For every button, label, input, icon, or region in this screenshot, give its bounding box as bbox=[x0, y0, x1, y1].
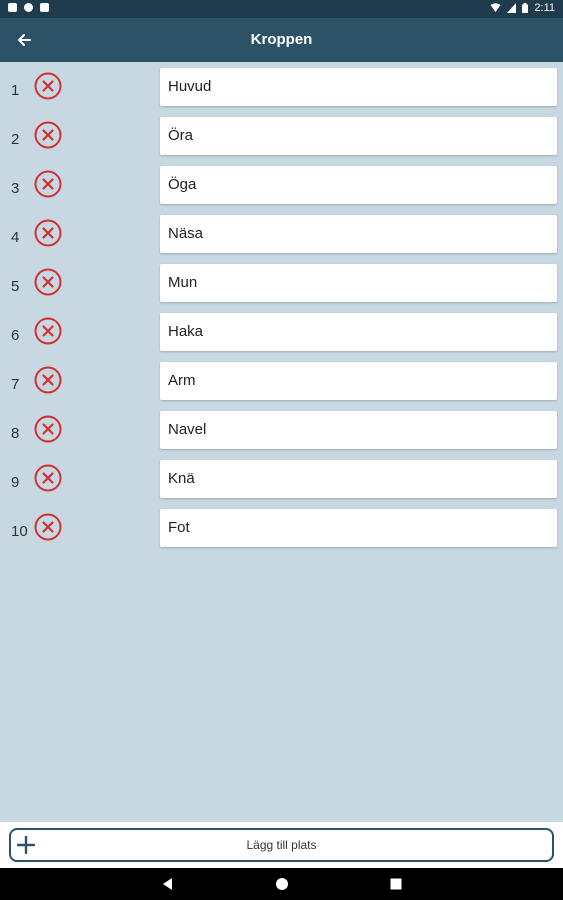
close-circle-icon bbox=[34, 268, 62, 296]
nav-back-icon[interactable] bbox=[160, 876, 176, 892]
row-number: 1 bbox=[11, 82, 20, 99]
location-field[interactable]: Mun bbox=[160, 264, 557, 302]
location-field[interactable]: Arm bbox=[160, 362, 557, 400]
back-button[interactable] bbox=[10, 26, 38, 54]
list-item: 8 Navel bbox=[0, 405, 563, 454]
delete-button[interactable] bbox=[34, 170, 62, 198]
page-title: Kroppen bbox=[250, 31, 313, 48]
status-time: 2:11 bbox=[534, 2, 555, 14]
system-nav-bar bbox=[0, 868, 563, 900]
location-field[interactable]: Öga bbox=[160, 166, 557, 204]
app-bar: Kroppen bbox=[0, 18, 563, 62]
notification-icons bbox=[8, 3, 49, 12]
notification-icon bbox=[8, 3, 17, 12]
sync-icon bbox=[24, 3, 33, 12]
close-circle-icon bbox=[34, 366, 62, 394]
location-field[interactable]: Öra bbox=[160, 117, 557, 155]
add-location-button[interactable]: Lägg till plats bbox=[9, 828, 554, 862]
wifi-icon bbox=[490, 3, 501, 12]
row-number: 6 bbox=[11, 327, 20, 344]
close-circle-icon bbox=[34, 513, 62, 541]
row-number: 8 bbox=[11, 425, 20, 442]
list-item: 2 Öra bbox=[0, 111, 563, 160]
close-circle-icon bbox=[34, 317, 62, 345]
status-bar: 2:11 bbox=[0, 0, 563, 18]
location-field[interactable]: Fot bbox=[160, 509, 557, 547]
location-field[interactable]: Navel bbox=[160, 411, 557, 449]
row-number: 3 bbox=[11, 180, 20, 197]
status-indicators: 2:11 bbox=[490, 2, 555, 14]
battery-icon bbox=[522, 3, 529, 13]
list-item: 6 Haka bbox=[0, 307, 563, 356]
location-field[interactable]: Haka bbox=[160, 313, 557, 351]
close-circle-icon bbox=[34, 219, 62, 247]
storage-icon bbox=[40, 3, 49, 12]
location-field[interactable]: Huvud bbox=[160, 68, 557, 106]
row-number: 9 bbox=[11, 474, 20, 491]
add-location-label: Lägg till plats bbox=[246, 838, 317, 852]
arrow-left-icon bbox=[18, 34, 31, 46]
close-circle-icon bbox=[34, 170, 62, 198]
list-item: 10 Fot bbox=[0, 503, 563, 552]
row-number: 10 bbox=[11, 523, 28, 540]
list-item: 4 Näsa bbox=[0, 209, 563, 258]
list-item: 7 Arm bbox=[0, 356, 563, 405]
delete-button[interactable] bbox=[34, 317, 62, 345]
close-circle-icon bbox=[34, 464, 62, 492]
close-circle-icon bbox=[34, 415, 62, 443]
delete-button[interactable] bbox=[34, 366, 62, 394]
row-number: 4 bbox=[11, 229, 20, 246]
location-list: 1 Huvud 2 Öra 3 Öga 4 Näsa 5 Mun 6 Haka 7 Arm 8 Navel 9 K… bbox=[0, 62, 563, 552]
list-item: 3 Öga bbox=[0, 160, 563, 209]
close-circle-icon bbox=[34, 72, 62, 100]
close-circle-icon bbox=[34, 121, 62, 149]
nav-home-icon[interactable] bbox=[274, 876, 290, 892]
delete-button[interactable] bbox=[34, 464, 62, 492]
add-area: Lägg till plats bbox=[0, 822, 563, 868]
list-item: 5 Mun bbox=[0, 258, 563, 307]
delete-button[interactable] bbox=[34, 415, 62, 443]
row-number: 2 bbox=[11, 131, 20, 148]
row-number: 7 bbox=[11, 376, 20, 393]
list-item: 1 Huvud bbox=[0, 62, 563, 111]
location-field[interactable]: Knä bbox=[160, 460, 557, 498]
signal-icon bbox=[507, 3, 517, 13]
delete-button[interactable] bbox=[34, 219, 62, 247]
row-number: 5 bbox=[11, 278, 20, 295]
location-field[interactable]: Näsa bbox=[160, 215, 557, 253]
delete-button[interactable] bbox=[34, 121, 62, 149]
delete-button[interactable] bbox=[34, 268, 62, 296]
list-item: 9 Knä bbox=[0, 454, 563, 503]
delete-button[interactable] bbox=[34, 513, 62, 541]
nav-recent-icon[interactable] bbox=[388, 876, 404, 892]
delete-button[interactable] bbox=[34, 72, 62, 100]
